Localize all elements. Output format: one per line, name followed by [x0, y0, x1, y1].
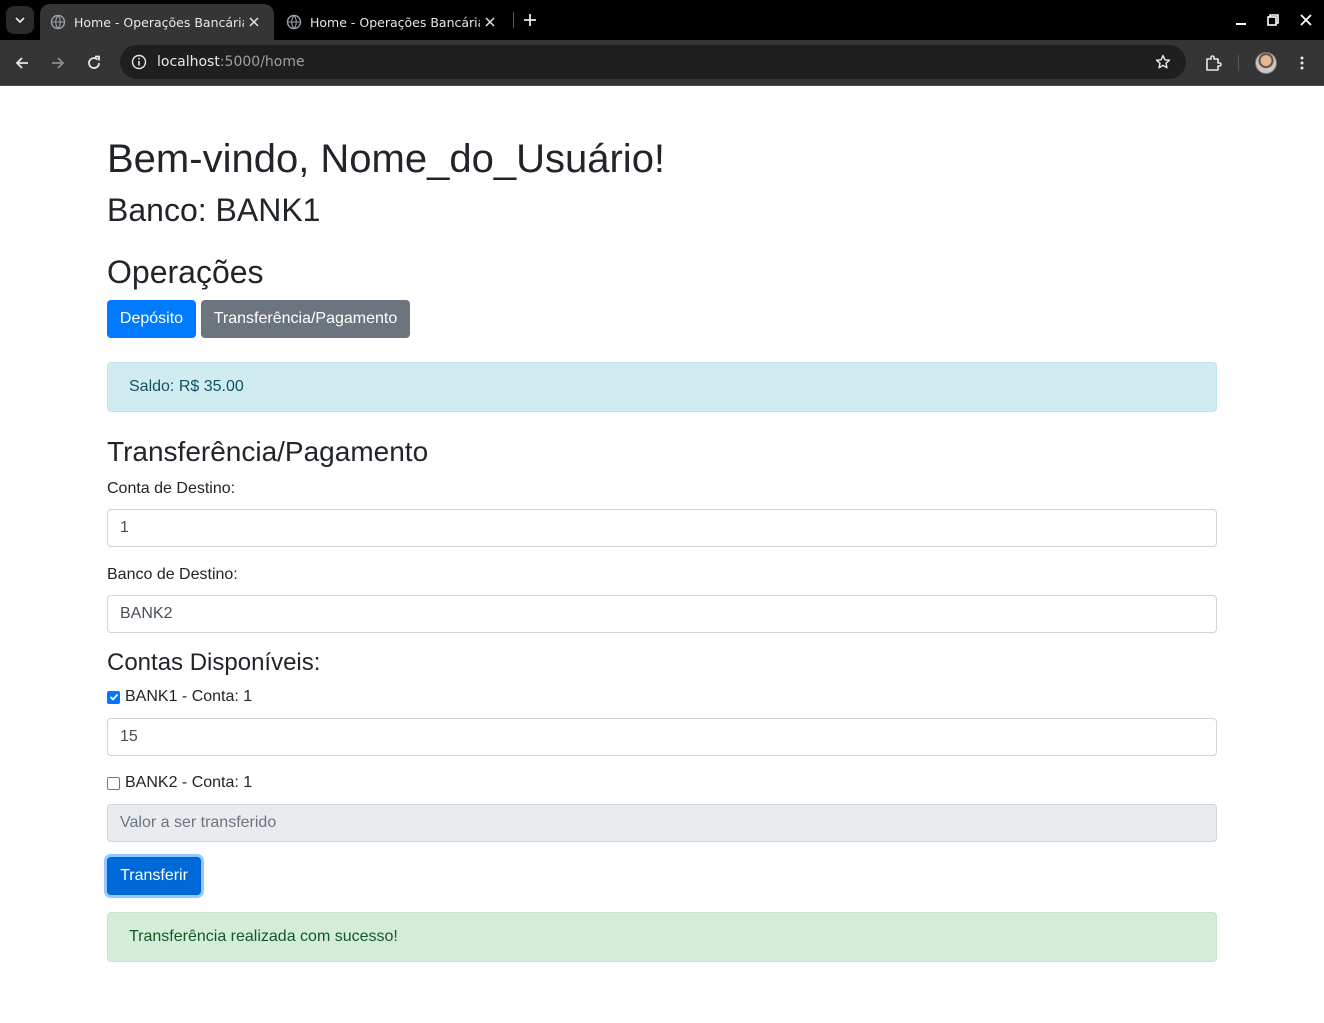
chevron-down-icon — [15, 17, 25, 24]
bank-heading: Banco: BANK1 — [107, 192, 321, 228]
deposit-button[interactable]: Depósito — [107, 300, 196, 338]
address-bar[interactable]: localhost:5000/home — [120, 45, 1186, 79]
back-button[interactable] — [10, 51, 34, 75]
transfer-payment-button[interactable]: Transferência/Pagamento — [201, 300, 410, 338]
reload-icon — [88, 55, 100, 69]
extensions-button[interactable] — [1201, 51, 1225, 75]
checkbox-bank1[interactable] — [107, 690, 120, 704]
tab-separator — [513, 12, 514, 28]
dest-bank-value: BANK2 — [120, 605, 173, 622]
transfer-submit-button[interactable]: Transferir — [107, 857, 201, 895]
success-text: Transferência realizada com sucesso! — [129, 928, 398, 945]
checkbox-bank2[interactable] — [107, 776, 120, 790]
menu-button[interactable] — [1290, 51, 1314, 75]
url-text: localhost:5000/home — [157, 54, 305, 70]
tab-title: Home - Operações Bancárias — [74, 14, 244, 30]
plus-icon — [524, 14, 536, 26]
account-row-bank2[interactable]: BANK2 - Conta: 1 — [107, 773, 252, 793]
url-host: localhost — [157, 54, 220, 70]
globe-icon — [286, 14, 302, 30]
new-tab-button[interactable] — [520, 10, 540, 30]
more-vert-icon — [1300, 56, 1304, 70]
close-icon[interactable] — [480, 12, 500, 32]
minimize-button[interactable] — [1231, 10, 1251, 30]
globe-icon — [50, 14, 66, 30]
dest-account-input[interactable]: 1 — [107, 509, 1217, 547]
amount-input-bank1[interactable]: 15 — [107, 718, 1217, 756]
operations-heading: Operações — [107, 254, 264, 290]
close-icon[interactable] — [244, 12, 264, 32]
restore-icon — [1267, 14, 1279, 26]
minimize-icon — [1236, 23, 1246, 25]
avatar — [1255, 52, 1277, 74]
account-row-bank1[interactable]: BANK1 - Conta: 1 — [107, 687, 252, 707]
dest-account-label: Conta de Destino: — [107, 480, 236, 497]
reload-button[interactable] — [82, 51, 106, 75]
amount-input-bank2[interactable]: Valor a ser transferido — [107, 804, 1217, 842]
balance-alert: Saldo: R$ 35.00 — [107, 362, 1217, 412]
tab-search-button[interactable] — [6, 6, 34, 34]
dest-account-value: 1 — [120, 519, 129, 536]
puzzle-icon — [1206, 55, 1222, 71]
tab-home-active[interactable]: Home - Operações Bancárias — [40, 4, 274, 40]
amount-placeholder: Valor a ser transferido — [120, 814, 277, 831]
close-window-button[interactable] — [1296, 10, 1316, 30]
success-alert: Transferência realizada com sucesso! — [107, 912, 1217, 962]
info-icon[interactable] — [130, 53, 148, 71]
arrow-left-icon — [15, 57, 28, 69]
maximize-button[interactable] — [1263, 10, 1283, 30]
dest-bank-label: Banco de Destino: — [107, 566, 238, 583]
close-icon — [1300, 14, 1312, 26]
welcome-heading: Bem-vindo, Nome_do_Usuário! — [107, 137, 666, 181]
browser-tabstrip: Home - Operações Bancárias Home - Operaç… — [0, 0, 1324, 40]
profile-button[interactable] — [1254, 51, 1278, 75]
account-label: BANK2 - Conta: 1 — [125, 774, 253, 791]
transfer-section-title: Transferência/Pagamento — [107, 436, 429, 467]
toolbar-divider — [1238, 55, 1239, 71]
dest-bank-input[interactable]: BANK2 — [107, 595, 1217, 633]
accounts-heading: Contas Disponíveis: — [107, 649, 321, 676]
forward-button[interactable] — [46, 51, 70, 75]
browser-toolbar: localhost:5000/home — [0, 40, 1324, 86]
url-path: :5000/home — [219, 54, 305, 70]
arrow-right-icon — [52, 57, 65, 69]
tab-title: Home - Operações Bancárias — [310, 14, 480, 30]
star-icon[interactable] — [1154, 53, 1172, 71]
check-icon — [109, 693, 118, 701]
account-label: BANK1 - Conta: 1 — [125, 688, 253, 705]
amount-value: 15 — [120, 728, 138, 745]
balance-text: Saldo: R$ 35.00 — [129, 378, 244, 395]
tab-home-inactive[interactable]: Home - Operações Bancárias — [276, 4, 510, 40]
